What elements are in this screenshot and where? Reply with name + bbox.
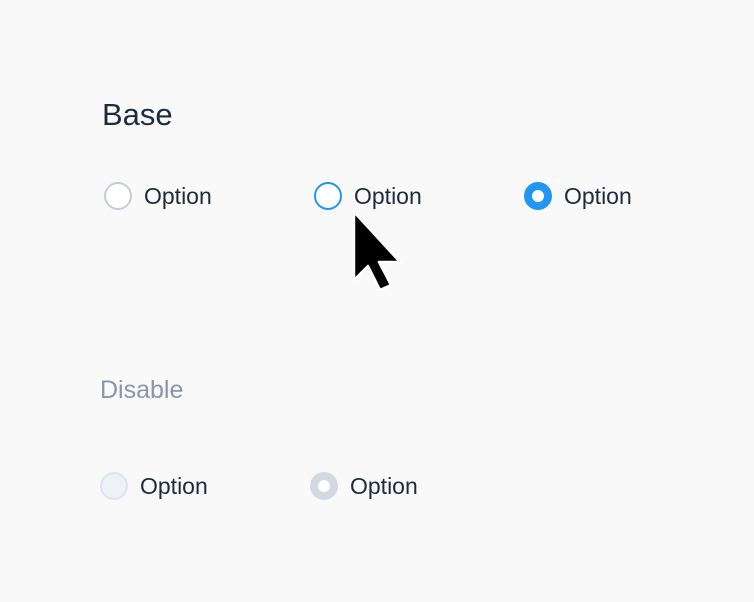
radio-demo-page: Base Option Option Option Disable Option…	[0, 0, 754, 602]
radio-circle-icon	[104, 182, 132, 210]
radio-option-checked[interactable]: Option	[524, 181, 632, 211]
radio-checked-icon	[310, 472, 338, 500]
radio-label: Option	[350, 473, 418, 499]
radio-circle-icon	[100, 472, 128, 500]
radio-option-disabled-checked: Option	[310, 471, 418, 501]
radio-checked-icon	[524, 182, 552, 210]
radio-label: Option	[140, 473, 208, 499]
radio-label: Option	[144, 183, 212, 209]
section-title-base: Base	[102, 97, 173, 132]
section-title-disable: Disable	[100, 376, 184, 404]
arrow-cursor-icon	[353, 211, 402, 291]
radio-option-disabled-unchecked: Option	[100, 471, 208, 501]
radio-option-unchecked[interactable]: Option	[104, 181, 212, 211]
radio-label: Option	[354, 183, 422, 209]
radio-label: Option	[564, 183, 632, 209]
radio-option-hover[interactable]: Option	[314, 181, 422, 211]
radio-circle-icon	[314, 182, 342, 210]
